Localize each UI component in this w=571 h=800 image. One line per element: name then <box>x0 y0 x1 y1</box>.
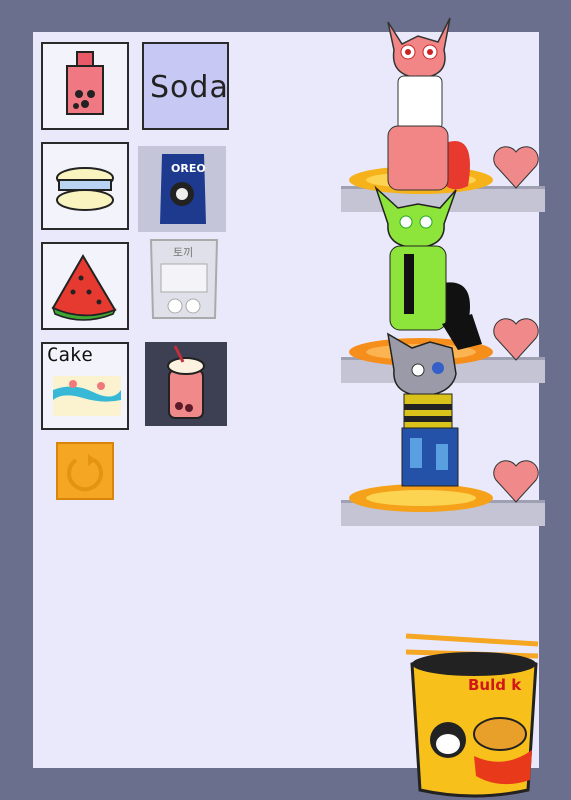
watermelon-icon <box>51 254 117 321</box>
rabbit-snack-pack: 토끼 <box>149 239 219 319</box>
refresh-icon <box>67 454 103 492</box>
strawberry-drink-item[interactable] <box>145 342 227 426</box>
soda-item[interactable]: Soda <box>142 42 229 130</box>
pink-cat-customer[interactable] <box>368 6 488 206</box>
macaron-icon <box>56 167 114 211</box>
oreo-item[interactable]: OREO <box>138 146 226 232</box>
cake-picture <box>53 376 121 416</box>
green-cat-customer[interactable] <box>368 184 488 334</box>
oreo-pack: OREO <box>160 154 206 224</box>
noodle-cup[interactable] <box>404 630 544 800</box>
rabbit-snack-item[interactable]: 토끼 <box>145 234 223 324</box>
strawberry-drink <box>167 345 205 419</box>
soda-label: Soda <box>150 70 229 105</box>
macaron-item[interactable] <box>41 142 129 230</box>
popsicle-icon <box>66 51 104 115</box>
refresh-button[interactable] <box>56 442 114 500</box>
noodle-cup-label: Buld k <box>468 676 522 694</box>
cake-item[interactable]: Cake <box>41 342 129 430</box>
popsicle-item[interactable] <box>41 42 129 130</box>
svg-text:OREO: OREO <box>171 162 206 175</box>
gray-bunny-customer[interactable] <box>382 314 502 494</box>
watermelon-item[interactable] <box>41 242 129 330</box>
svg-text:토끼: 토끼 <box>173 246 193 259</box>
heart-icon[interactable] <box>492 142 540 192</box>
